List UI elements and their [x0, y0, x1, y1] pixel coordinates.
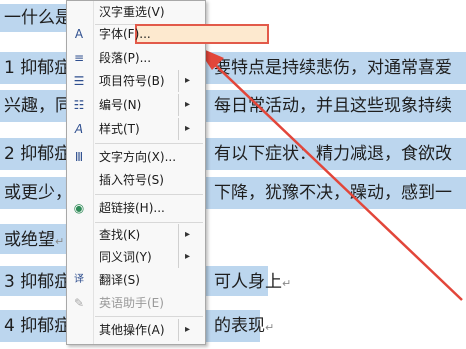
doc-line: 3 抑郁症 [4, 272, 72, 292]
menu-item-bullets[interactable]: ☰ 项目符号(B) ▸ [67, 70, 205, 92]
submenu-divider [178, 118, 179, 140]
submenu-divider [178, 246, 179, 268]
menu-item-font[interactable]: A 字体(F)... [67, 23, 205, 45]
doc-line: 或更少， [4, 183, 72, 203]
paragraph-icon: ≡ [73, 51, 85, 65]
paragraph-mark: ↵ [55, 235, 65, 248]
doc-line: 或绝望↵ [4, 230, 65, 250]
doc-line: 兴趣，同 [4, 96, 72, 116]
submenu-divider [178, 319, 179, 341]
menu-separator [95, 316, 203, 317]
doc-line: 有以下症状：精力减退，食欲改 [214, 144, 452, 164]
doc-line: 2 抑郁症 [4, 144, 72, 164]
doc-line: 下降，犹豫不决，躁动，感到一 [214, 183, 452, 203]
submenu-divider [178, 70, 179, 92]
chevron-right-icon: ▸ [185, 123, 191, 134]
doc-line: 的表现↵ [214, 316, 275, 336]
font-icon: A [74, 27, 84, 41]
menu-item-other-actions[interactable]: 其他操作(A) ▸ [67, 319, 205, 341]
chevron-right-icon: ▸ [185, 229, 191, 240]
menu-item-find[interactable]: 查找(K) ▸ [67, 224, 205, 246]
paragraph-mark: ↵ [265, 321, 275, 334]
context-menu: 汉字重选(V) A 字体(F)... ≡ 段落(P)... ☰ 项目符号(B) … [66, 0, 269, 345]
menu-item-synonyms[interactable]: 同义词(Y) ▸ [67, 246, 205, 268]
doc-line: 要特点是持续悲伤，对通常喜爱 [214, 58, 452, 78]
doc-line: 1 抑郁症 [4, 58, 72, 78]
menu-item-text-direction[interactable]: Ⅲ 文字方向(X)... [67, 146, 205, 168]
hyperlink-icon: ◉ [73, 201, 85, 215]
doc-line: 每日常活动，并且这些现象持续 [214, 96, 452, 116]
paragraph-mark: ↵ [282, 277, 292, 290]
menu-item-insert-symbol[interactable]: 插入符号(S) [67, 169, 205, 191]
numbering-icon: ☷ [73, 98, 85, 112]
doc-line: 4 抑郁症 [4, 316, 72, 336]
doc-heading: 一什么是 [4, 8, 72, 28]
menu-item-style[interactable]: A 样式(T) ▸ [67, 118, 205, 140]
menu-item-hyperlink[interactable]: ◉ 超链接(H)... [67, 197, 205, 219]
chevron-right-icon: ▸ [185, 251, 191, 262]
text-direction-icon: Ⅲ [74, 150, 84, 164]
bullets-icon: ☰ [73, 74, 85, 88]
menu-item-reselect-hanzi[interactable]: 汉字重选(V) [67, 1, 205, 23]
doc-line: 可人身上↵ [214, 272, 292, 292]
menu-separator [95, 194, 203, 195]
style-icon: A [74, 122, 84, 136]
menu-item-numbering[interactable]: ☷ 编号(N) ▸ [67, 94, 205, 116]
chevron-right-icon: ▸ [185, 99, 191, 110]
chevron-right-icon: ▸ [185, 324, 191, 335]
english-assistant-icon: ✎ [73, 296, 85, 310]
menu-item-english-assistant[interactable]: ✎ 英语助手(E) [67, 292, 205, 314]
chevron-right-icon: ▸ [185, 75, 191, 86]
menu-item-translate[interactable]: 译 翻译(S) [67, 269, 205, 291]
submenu-divider [178, 94, 179, 116]
menu-item-paragraph[interactable]: ≡ 段落(P)... [67, 47, 205, 69]
translate-icon: 译 [74, 274, 84, 285]
menu-separator [95, 143, 203, 144]
menu-separator [95, 222, 203, 223]
submenu-divider [178, 224, 179, 246]
